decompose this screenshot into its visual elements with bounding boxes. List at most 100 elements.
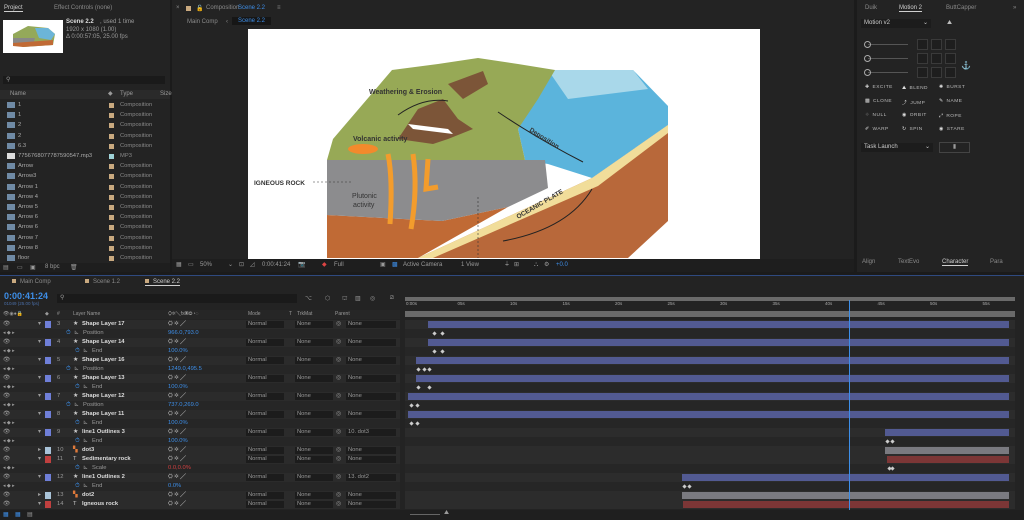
- visibility-eye-icon[interactable]: 👁: [3, 428, 10, 437]
- project-item[interactable]: 2 Composition: [0, 131, 170, 141]
- close-icon[interactable]: ×: [176, 5, 180, 11]
- keyframe[interactable]: [416, 367, 422, 372]
- pickwhip-icon[interactable]: ◎: [336, 455, 341, 464]
- region-of-interest-icon[interactable]: ▣: [380, 259, 386, 272]
- button-warp[interactable]: ✐ WARP: [865, 127, 889, 132]
- trkmat-dropdown[interactable]: None: [295, 411, 333, 418]
- expand-arrow-icon[interactable]: ▸: [38, 491, 41, 500]
- keyframe-navigator[interactable]: ◂ ◆ ▸: [3, 437, 15, 446]
- project-item[interactable]: Arrow 4 Composition: [0, 192, 170, 202]
- collapse-arrow-icon[interactable]: ▾: [38, 320, 41, 329]
- parent-dropdown[interactable]: None: [346, 492, 396, 499]
- collapse-arrow-icon[interactable]: ▾: [38, 338, 41, 347]
- trkmat-dropdown[interactable]: None: [295, 501, 333, 508]
- layer-label-color[interactable]: [45, 321, 51, 328]
- timeline-tab-scene-2-2[interactable]: Scene 2.2: [145, 279, 181, 286]
- button-stare[interactable]: ◉ STARE: [939, 127, 965, 132]
- keyframe[interactable]: [439, 349, 445, 354]
- always-preview-icon[interactable]: ▦: [176, 259, 182, 272]
- interpret-footage-icon[interactable]: ▤: [3, 264, 9, 271]
- visibility-eye-icon[interactable]: 👁: [3, 320, 10, 329]
- composition-tab-name[interactable]: Scene 2.2: [238, 5, 265, 11]
- trkmat-dropdown[interactable]: None: [295, 429, 333, 436]
- trkmat-dropdown[interactable]: None: [295, 375, 333, 382]
- keyframe-navigator[interactable]: ◂ ◆ ▸: [3, 401, 15, 410]
- keyframe[interactable]: [432, 349, 437, 354]
- layer-row[interactable]: 👁 ▾ 3 ★ Shape Layer 17 ⛭ ✲ ╱ Normal None ◎ None: [0, 320, 400, 329]
- item-label-color[interactable]: [109, 154, 114, 159]
- mode-dropdown[interactable]: Normal: [246, 357, 284, 364]
- graph-icon[interactable]: ⊾: [83, 437, 88, 446]
- pickwhip-icon[interactable]: ◎: [336, 428, 341, 437]
- visibility-eye-icon[interactable]: 👁: [3, 338, 10, 347]
- delete-icon[interactable]: 🗑: [70, 264, 78, 271]
- layer-label-color[interactable]: [45, 357, 51, 364]
- keyframe[interactable]: [415, 421, 421, 426]
- trkmat-dropdown[interactable]: None: [295, 474, 333, 481]
- layer-label-color[interactable]: [45, 393, 51, 400]
- preset-dropdown[interactable]: Motion v2 ⌄: [861, 19, 931, 28]
- keyframe[interactable]: [427, 385, 432, 390]
- collapse-arrow-icon[interactable]: ▾: [38, 500, 41, 509]
- project-search-input[interactable]: ⚲: [3, 76, 165, 84]
- transparency-grid-icon[interactable]: ▩: [392, 259, 398, 272]
- layer-duration-bar[interactable]: [408, 411, 1009, 418]
- toggle-switches-icon[interactable]: ▦: [3, 511, 9, 518]
- property-value[interactable]: 100.0%: [168, 437, 188, 446]
- breadcrumb-scene[interactable]: Scene 2.2: [232, 17, 272, 25]
- slider-knob[interactable]: [864, 69, 871, 76]
- chevron-down-icon[interactable]: ⌄: [228, 259, 233, 272]
- tab-textevo[interactable]: TextEvo: [898, 259, 919, 265]
- stopwatch-icon[interactable]: ⏱: [75, 482, 80, 491]
- timeline-tab-main-comp[interactable]: Main Comp: [12, 279, 51, 285]
- graph-icon[interactable]: ⊾: [83, 419, 88, 428]
- item-label-color[interactable]: [109, 256, 114, 261]
- layer-label-color[interactable]: [45, 429, 51, 436]
- keyframe[interactable]: [427, 367, 432, 372]
- project-item[interactable]: 7756768077787590547.mp3 MP3: [0, 151, 170, 161]
- resolution-dropdown[interactable]: Full: [334, 259, 344, 272]
- flowchart-icon[interactable]: ⛬: [534, 259, 538, 272]
- visibility-eye-icon[interactable]: 👁: [3, 455, 10, 464]
- tab-project[interactable]: Project: [4, 5, 23, 12]
- parent-dropdown[interactable]: None: [346, 321, 396, 328]
- column-name[interactable]: Name: [10, 90, 26, 99]
- item-label-color[interactable]: [109, 194, 114, 200]
- layer-row[interactable]: 👁 ▾ 6 ★ Shape Layer 13 ⛭ ✲ ╱ Normal None ◎ None: [0, 374, 400, 383]
- mode-dropdown[interactable]: Normal: [246, 411, 284, 418]
- layer-name[interactable]: Shape Layer 12: [82, 392, 125, 401]
- keyframe[interactable]: [422, 367, 427, 372]
- item-label-color[interactable]: [109, 103, 114, 108]
- project-item[interactable]: Arrow 6 Composition: [0, 212, 170, 222]
- mask-icon[interactable]: ◿: [250, 259, 255, 272]
- item-label-color[interactable]: [109, 184, 114, 190]
- layer-label-color[interactable]: [45, 501, 51, 508]
- keyframe[interactable]: [409, 421, 414, 426]
- graph-icon[interactable]: ⊾: [83, 482, 88, 491]
- project-item[interactable]: Arrow 6 Composition: [0, 222, 170, 232]
- graph-icon[interactable]: ⊾: [83, 464, 88, 473]
- item-label-color[interactable]: [109, 174, 114, 180]
- tab-effect-controls[interactable]: Effect Controls (none): [54, 5, 112, 11]
- layer-label-color[interactable]: [45, 474, 51, 481]
- keyframe[interactable]: [890, 466, 895, 471]
- keyframe-navigator[interactable]: ◂ ◆ ▸: [3, 365, 15, 374]
- layer-switches[interactable]: ⛭ ✲ ╱: [168, 446, 186, 455]
- mode-dropdown[interactable]: Normal: [246, 393, 284, 400]
- pickwhip-icon[interactable]: ◎: [336, 338, 341, 347]
- project-item[interactable]: 6.3 Composition: [0, 141, 170, 151]
- task-launch-dropdown[interactable]: Task Launch ⌄: [861, 143, 933, 152]
- toggle-modes-icon[interactable]: ▦: [15, 511, 21, 518]
- keyframe-navigator[interactable]: ◂ ◆ ▸: [3, 329, 15, 338]
- property-value[interactable]: 0.0%: [168, 482, 181, 491]
- anchor-grid-button[interactable]: [917, 39, 928, 50]
- mode-dropdown[interactable]: Normal: [246, 474, 284, 481]
- layer-duration-bar[interactable]: [427, 339, 1009, 346]
- tab-motion2[interactable]: Motion 2: [899, 5, 923, 12]
- layer-duration-bar[interactable]: [886, 456, 1009, 463]
- project-item[interactable]: floor Composition: [0, 253, 170, 263]
- layer-row[interactable]: 👁 ▾ 12 ★ line1 Outlines 2 ⛭ ✲ ╱ Normal None ◎ 13.…: [0, 473, 400, 482]
- layer-name[interactable]: dot2: [82, 491, 94, 500]
- slider-track[interactable]: [868, 44, 908, 45]
- layer-row[interactable]: 👁 ▸ 13 ▚ dot2 ⛭ ✲ ╱ Normal None ◎ None: [0, 491, 400, 500]
